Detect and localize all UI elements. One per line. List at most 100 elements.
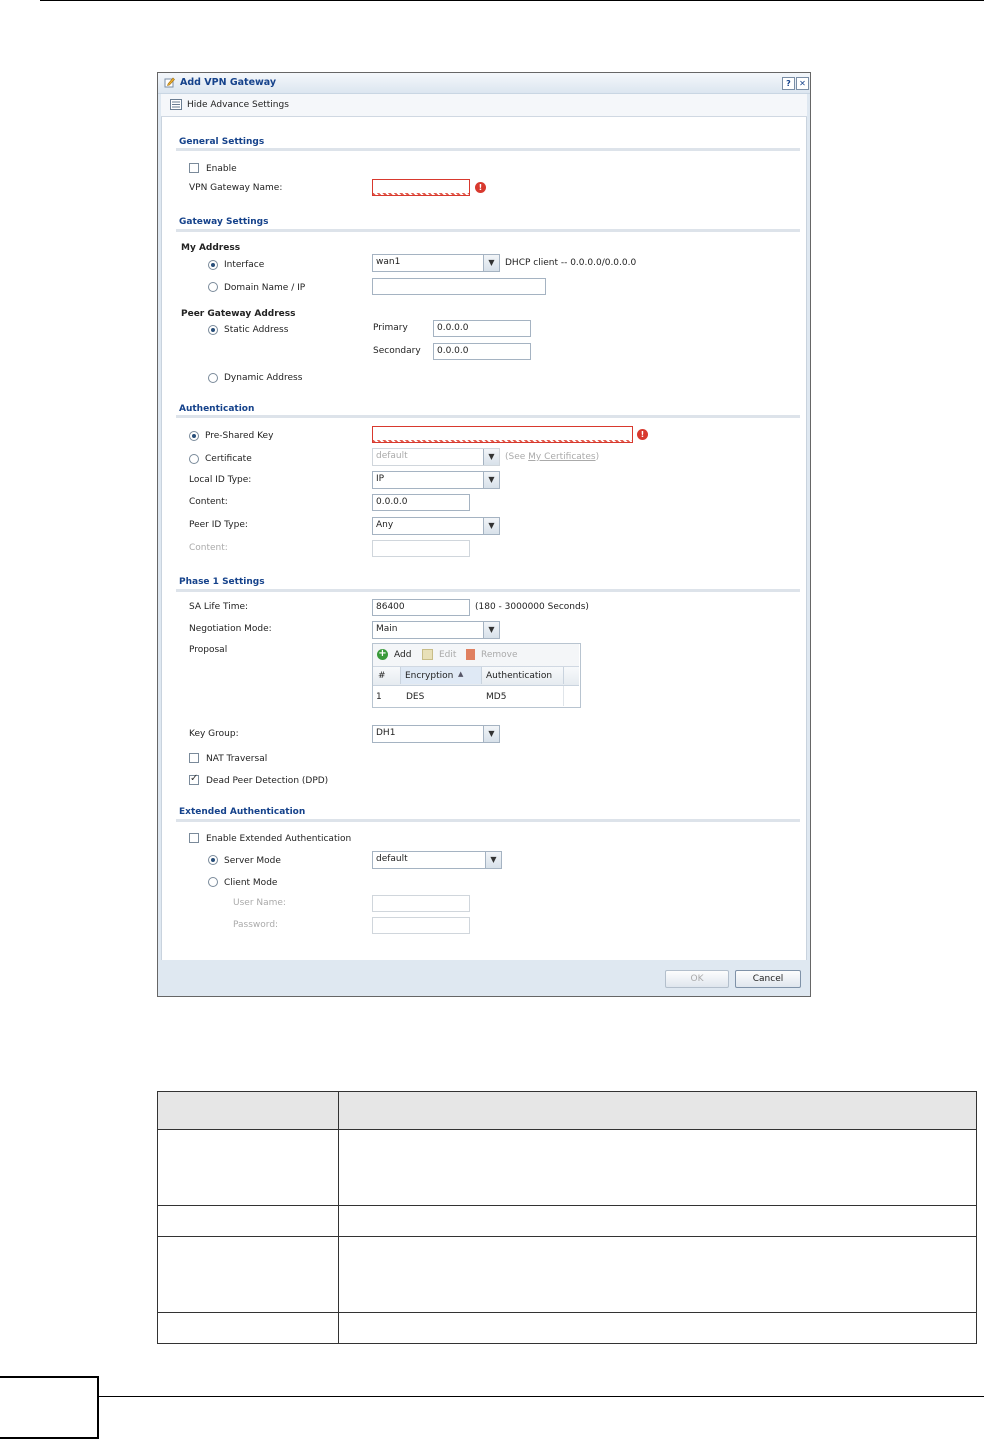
phase1-settings-heading: Phase 1 Settings	[179, 577, 265, 587]
peer-id-type-value: Any	[376, 520, 394, 530]
domain-name-input[interactable]	[372, 278, 546, 295]
interface-info: DHCP client -- 0.0.0.0/0.0.0.0	[505, 258, 637, 268]
key-group-select[interactable]: DH1 ▼	[372, 725, 500, 743]
see-certificates-text: (See My Certificates)	[505, 452, 599, 462]
client-mode-radio[interactable]	[208, 877, 218, 887]
add-vpn-gateway-dialog: Add VPN Gateway ? ✕ Hide Advance Setting…	[157, 72, 811, 997]
vpn-gateway-name-input[interactable]	[372, 179, 470, 196]
column-header-encryption-cell[interactable]: Encryption ▲	[400, 667, 482, 684]
proposal-grid-toolbar: + Add Edit Remove	[373, 644, 579, 667]
password-input[interactable]	[372, 917, 470, 934]
interface-select[interactable]: wan1 ▼	[372, 254, 500, 272]
dpd-checkbox[interactable]	[189, 773, 199, 785]
chevron-down-icon: ▼	[483, 622, 499, 638]
general-settings-heading: General Settings	[179, 137, 265, 147]
table-header-cell	[157, 1091, 339, 1130]
user-name-input[interactable]	[372, 895, 470, 912]
table-row	[157, 1236, 977, 1313]
pre-shared-key-input[interactable]	[372, 426, 633, 443]
dialog-title: Add VPN Gateway	[180, 77, 277, 88]
proposal-grid: + Add Edit Remove # Encryption ▲ Authent…	[372, 643, 581, 708]
page-footer-rule	[99, 1396, 984, 1397]
table-header-row	[157, 1091, 977, 1130]
negotiation-mode-label: Negotiation Mode:	[189, 624, 272, 634]
sa-life-time-label: SA Life Time:	[189, 602, 249, 612]
server-mode-radio[interactable]	[208, 855, 218, 865]
peer-id-type-select[interactable]: Any ▼	[372, 517, 500, 535]
dynamic-address-label: Dynamic Address	[224, 373, 303, 383]
divider	[176, 819, 800, 822]
add-proposal-button[interactable]: Add	[394, 650, 411, 660]
enable-checkbox[interactable]	[189, 163, 199, 173]
page-number-box	[0, 1376, 99, 1439]
table-cell	[338, 1205, 977, 1237]
divider	[176, 148, 800, 151]
interface-value: wan1	[376, 257, 401, 267]
row-number: 1	[376, 692, 382, 702]
edit-icon	[422, 649, 433, 660]
chevron-down-icon: ▼	[483, 449, 499, 465]
table-row[interactable]: 1 DES MD5	[373, 686, 579, 706]
edit-proposal-button[interactable]: Edit	[439, 650, 456, 660]
server-mode-value: default	[376, 854, 408, 864]
table-cell	[338, 1312, 977, 1344]
page-top-rule	[40, 0, 984, 1]
domain-name-label: Domain Name / IP	[224, 283, 306, 293]
chevron-down-icon: ▼	[483, 518, 499, 534]
interface-label: Interface	[224, 260, 265, 270]
hide-advance-settings-button[interactable]: Hide Advance Settings	[187, 100, 289, 110]
key-group-value: DH1	[376, 728, 396, 738]
domain-name-radio[interactable]	[208, 282, 218, 292]
server-mode-label: Server Mode	[224, 856, 281, 866]
dynamic-address-radio[interactable]	[208, 373, 218, 383]
cancel-button[interactable]: Cancel	[735, 970, 801, 988]
column-header-encryption: Encryption	[405, 671, 454, 681]
primary-label: Primary	[373, 323, 408, 333]
divider	[176, 415, 800, 418]
remove-proposal-button[interactable]: Remove	[481, 650, 518, 660]
column-header-number[interactable]: #	[378, 671, 386, 681]
pre-shared-key-radio[interactable]	[189, 431, 199, 441]
certificate-radio[interactable]	[189, 454, 199, 464]
user-name-label: User Name:	[233, 898, 286, 908]
certificate-value: default	[376, 451, 408, 461]
dialog-footer: OK Cancel	[158, 960, 810, 996]
dialog-titlebar: Add VPN Gateway ? ✕	[158, 73, 810, 94]
certificate-select[interactable]: default ▼	[372, 448, 500, 466]
interface-radio[interactable]	[208, 260, 218, 270]
see-suffix: )	[595, 452, 600, 462]
chevron-down-icon: ▼	[483, 726, 499, 742]
static-address-radio[interactable]	[208, 325, 218, 335]
local-id-type-label: Local ID Type:	[189, 475, 252, 485]
proposal-label: Proposal	[189, 645, 228, 655]
dialog-toolbar: Hide Advance Settings	[161, 94, 807, 117]
primary-input[interactable]: 0.0.0.0	[433, 320, 531, 337]
static-address-label: Static Address	[224, 325, 289, 335]
help-icon[interactable]: ?	[782, 77, 795, 90]
column-divider	[563, 667, 564, 684]
peer-content-input[interactable]	[372, 540, 470, 557]
sort-ascending-icon: ▲	[458, 670, 464, 678]
content-label: Content:	[189, 497, 228, 507]
dpd-label: Dead Peer Detection (DPD)	[206, 776, 329, 786]
ok-button[interactable]: OK	[665, 970, 729, 988]
table-header-cell	[338, 1091, 977, 1130]
column-header-authentication[interactable]: Authentication	[486, 671, 552, 681]
table-cell	[157, 1205, 339, 1237]
table-cell	[338, 1236, 977, 1313]
close-icon[interactable]: ✕	[796, 77, 809, 90]
nat-traversal-checkbox[interactable]	[189, 753, 199, 763]
chevron-down-icon: ▼	[483, 472, 499, 488]
row-authentication: MD5	[486, 692, 507, 702]
content-input[interactable]: 0.0.0.0	[372, 494, 470, 511]
server-mode-select[interactable]: default ▼	[372, 851, 502, 869]
local-id-type-select[interactable]: IP ▼	[372, 471, 500, 489]
secondary-input[interactable]: 0.0.0.0	[433, 343, 531, 360]
table-cell	[338, 1129, 977, 1206]
enable-extended-auth-checkbox[interactable]	[189, 833, 199, 843]
extended-authentication-heading: Extended Authentication	[179, 807, 306, 817]
sa-life-time-input[interactable]: 86400	[372, 599, 470, 616]
my-certificates-link[interactable]: My Certificates	[528, 452, 595, 462]
negotiation-mode-select[interactable]: Main ▼	[372, 621, 500, 639]
description-table	[157, 1091, 977, 1344]
